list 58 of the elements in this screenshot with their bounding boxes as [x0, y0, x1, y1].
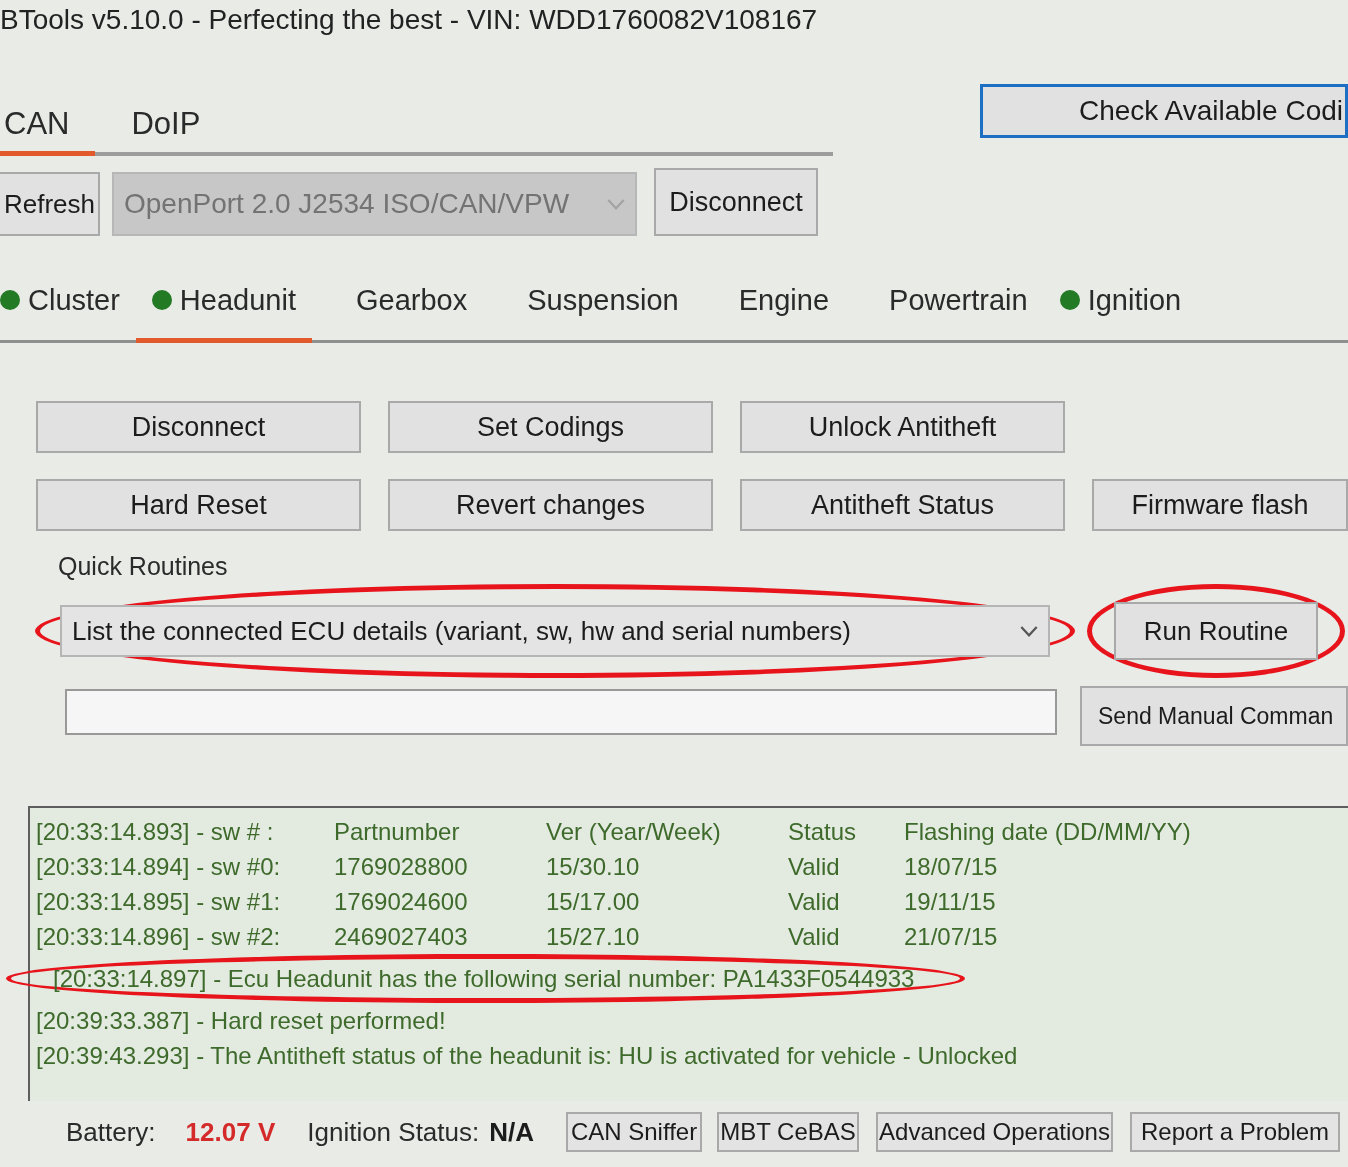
protocol-tab[interactable]: CAN [0, 105, 96, 156]
log-text: Valid [788, 852, 841, 882]
action-button[interactable]: Unlock Antitheft [740, 401, 1065, 453]
send-command-button[interactable]: Send Manual Comman [1080, 686, 1348, 746]
action-button[interactable]: Revert changes [388, 479, 713, 531]
battery-label: Battery: [66, 1116, 156, 1148]
action-button[interactable]: Set Codings [388, 401, 713, 453]
log-text: 15/17.00 [546, 887, 641, 917]
window-title: BTools v5.10.0 - Perfecting the best - VIN: WDD1760082V108167 [0, 4, 818, 35]
chevron-down-icon [1020, 625, 1038, 637]
action-button[interactable]: Disconnect [36, 401, 361, 453]
battery-voltage: 12.07 V [185, 1116, 276, 1148]
log-text: Ver (Year/Week) [546, 817, 722, 847]
log-text: [20:33:14.893] - sw # : [36, 817, 275, 847]
action-button[interactable]: Hard Reset [36, 479, 361, 531]
log-text: 15/27.10 [546, 922, 641, 952]
status-bar-button[interactable]: CAN Sniffer [566, 1112, 702, 1152]
log-text: Valid [788, 922, 841, 952]
chevron-down-icon [607, 198, 625, 210]
log-text: [20:33:14.895] - sw #1: [36, 887, 282, 917]
ecu-tab[interactable]: Engine [694, 280, 846, 343]
ignition-status-label: Ignition Status: [307, 1116, 480, 1148]
log-text: Partnumber [334, 817, 461, 847]
log-text: [20:33:14.894] - sw #0: [36, 852, 282, 882]
log-text: 2469027403 [334, 922, 469, 952]
log-text: [20:39:33.387] - Hard reset performed! [36, 1006, 447, 1036]
log-text: 1769028800 [334, 852, 469, 882]
ecu-tab[interactable]: Headunit [135, 280, 312, 343]
log-text: 19/11/15 [904, 887, 997, 917]
log-text: Status [788, 817, 858, 847]
command-input-field[interactable] [65, 689, 1057, 735]
action-button[interactable]: Antitheft Status [740, 479, 1065, 531]
log-text: 1769024600 [334, 887, 469, 917]
quick-routines-label: Quick Routines [58, 551, 228, 581]
status-bar-button[interactable]: MBT CeBAS [717, 1112, 859, 1152]
log-text: 18/07/15 [904, 852, 999, 882]
status-bar-button[interactable]: Report a Problem [1130, 1112, 1340, 1152]
action-button[interactable]: Firmware flash [1092, 479, 1348, 531]
ecu-tab[interactable]: Suspension [483, 280, 695, 343]
log-text: 15/30.10 [546, 852, 641, 882]
routine-dropdown[interactable]: List the connected ECU details (variant, sw, hw and serial numbers) [60, 605, 1050, 657]
protocol-tab[interactable]: DoIP [131, 105, 201, 156]
log-text: [20:33:14.896] - sw #2: [36, 922, 282, 952]
run-routine-button[interactable]: Run Routine [1114, 602, 1318, 660]
refresh-button[interactable]: Refresh [0, 172, 100, 236]
ecu-tab[interactable]: Ignition [1043, 280, 1198, 343]
log-text: 21/07/15 [904, 922, 999, 952]
log-text: Valid [788, 887, 841, 917]
disconnect-button[interactable]: Disconnect [654, 168, 818, 236]
status-bar-button[interactable]: Advanced Operations [876, 1112, 1113, 1152]
ecu-tab[interactable]: Cluster [0, 280, 136, 343]
log-text: [20:39:43.293] - The Antitheft status of the headunit is: HU is activated for vehicle - Unlocked [36, 1041, 1019, 1071]
ecu-tab[interactable]: Gearbox [311, 280, 484, 343]
log-text: [20:33:14.897] - Ecu Headunit has the following serial number: PA1433F0544933 [53, 964, 915, 994]
log-text: Flashing date (DD/MM/YY) [904, 817, 1192, 847]
check-codings-button[interactable]: Check Available Codi [980, 84, 1348, 138]
ecu-tab[interactable]: Powertrain [845, 280, 1044, 343]
ignition-status-value: N/A [489, 1116, 534, 1148]
